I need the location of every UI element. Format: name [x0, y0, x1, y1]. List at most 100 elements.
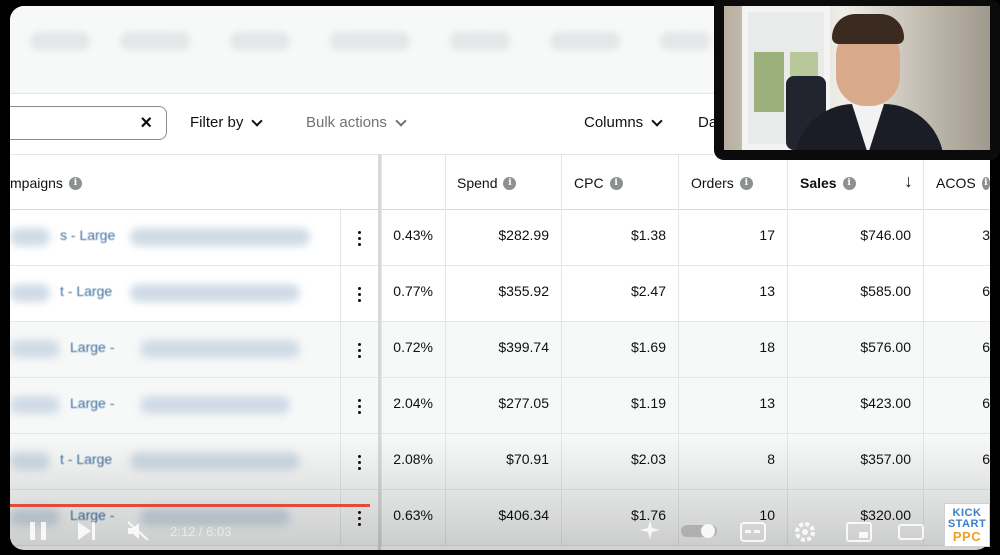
campaign-name-cell[interactable]: t - Large	[10, 266, 340, 322]
cell-spend: $399.74	[445, 322, 561, 378]
kebab-menu-icon	[357, 286, 362, 302]
blurred-block	[660, 32, 710, 50]
cell-cpc: $1.38	[561, 210, 678, 266]
info-icon[interactable]: i	[609, 176, 623, 190]
table-header: mpaigns i Spend i CPC i Orders i Sales i…	[10, 154, 990, 211]
kickstart-ppc-logo: KICK START PPC	[944, 503, 990, 547]
blurred-block	[230, 32, 290, 50]
blurred-text	[140, 396, 290, 414]
autoplay-toggle-icon[interactable]	[680, 523, 720, 539]
blurred-text	[10, 228, 50, 246]
columns-button[interactable]: Columns	[584, 114, 663, 131]
time-readout: 2:12 / 6:03	[170, 524, 232, 539]
campaign-name-link[interactable]: t - Large	[60, 283, 112, 299]
cell-orders: 13	[678, 378, 787, 434]
column-header-campaigns[interactable]: mpaigns i	[10, 155, 378, 211]
captions-icon[interactable]	[740, 522, 766, 542]
video-frame: e × Filter by Bulk actions Columns Da	[0, 0, 1000, 555]
logo-text: START	[947, 517, 987, 530]
chevron-down-icon	[651, 114, 663, 127]
cell-acos: 6	[923, 322, 990, 378]
kebab-menu-icon	[357, 342, 362, 358]
sort-descending-icon[interactable]: ↓	[904, 171, 913, 192]
column-header-cpc[interactable]: CPC i	[561, 155, 678, 211]
info-icon[interactable]: i	[68, 176, 82, 190]
webcam-video	[724, 6, 990, 150]
row-actions-button[interactable]	[340, 210, 378, 266]
filter-by-label: Filter by	[190, 114, 244, 131]
campaign-name-cell[interactable]: Large -	[10, 378, 340, 434]
cell-acos: 3	[923, 210, 990, 266]
blurred-text	[130, 284, 300, 302]
columns-label: Columns	[584, 114, 644, 131]
cell-sales: $576.00	[787, 322, 923, 378]
logo-text: KICK	[952, 506, 982, 519]
kebab-menu-icon	[357, 230, 362, 246]
bulk-actions-label: Bulk actions	[306, 114, 387, 131]
miniplayer-icon[interactable]	[846, 522, 872, 542]
cell-sales: $585.00	[787, 266, 923, 322]
cell-ctr: 2.04%	[381, 378, 445, 434]
gear-icon[interactable]	[794, 521, 816, 543]
campaign-name-link[interactable]: Large -	[70, 339, 114, 355]
bulk-actions-button[interactable]: Bulk actions	[306, 114, 407, 131]
campaign-name-link[interactable]: Large -	[70, 395, 114, 411]
theater-mode-icon[interactable]	[898, 522, 924, 542]
campaign-name-link[interactable]: s - Large	[60, 227, 115, 243]
filter-by-button[interactable]: Filter by	[190, 114, 264, 131]
blurred-block	[30, 32, 90, 50]
info-icon[interactable]: i	[503, 176, 517, 190]
table-row: s - Large 0.43% $282.99 $1.38 17 $746.00 3	[10, 210, 990, 266]
cell-cpc: $2.47	[561, 266, 678, 322]
cell-ctr: 0.43%	[381, 210, 445, 266]
row-actions-button[interactable]	[340, 266, 378, 322]
cell-sales: $423.00	[787, 378, 923, 434]
column-header-spend[interactable]: Spend i	[445, 155, 561, 211]
webcam-overlay	[714, 0, 1000, 160]
mute-icon[interactable]	[126, 520, 150, 542]
column-header-sales[interactable]: Sales i ↓	[787, 155, 923, 211]
blurred-text	[10, 284, 50, 302]
campaign-name-cell[interactable]: Large -	[10, 322, 340, 378]
cell-cpc: $1.19	[561, 378, 678, 434]
presenter-hair	[832, 14, 904, 44]
info-icon[interactable]: i	[842, 176, 856, 190]
row-actions-button[interactable]	[340, 322, 378, 378]
campaign-name-cell[interactable]: s - Large	[10, 210, 340, 266]
close-icon[interactable]: ×	[140, 112, 152, 135]
column-header-acos[interactable]: ACOS i	[923, 155, 990, 211]
cell-spend: $355.92	[445, 266, 561, 322]
blurred-text	[10, 396, 60, 414]
column-header-orders[interactable]: Orders i	[678, 155, 787, 211]
cell-cpc: $1.69	[561, 322, 678, 378]
sparkle-icon[interactable]	[638, 518, 662, 542]
blurred-text	[10, 340, 60, 358]
cell-orders: 18	[678, 322, 787, 378]
video-player-controls: 2:12 / 6:03	[10, 490, 990, 550]
column-header-ctr[interactable]	[381, 155, 445, 211]
blurred-block	[330, 32, 410, 50]
search-input[interactable]: e ×	[10, 106, 167, 140]
cell-ctr: 0.72%	[381, 322, 445, 378]
cell-spend: $277.05	[445, 378, 561, 434]
blurred-block	[450, 32, 510, 50]
chevron-down-icon	[251, 114, 264, 127]
pause-icon[interactable]	[28, 520, 48, 542]
blurred-text	[140, 340, 300, 358]
next-icon[interactable]	[76, 520, 98, 542]
logo-text: PPC	[952, 528, 982, 544]
column-label: Spend	[457, 175, 498, 191]
cell-orders: 17	[678, 210, 787, 266]
column-label: ACOS	[936, 175, 976, 191]
info-icon[interactable]: i	[739, 176, 753, 190]
kebab-menu-icon	[357, 398, 362, 414]
progress-bar[interactable]	[10, 504, 370, 507]
row-actions-button[interactable]	[340, 378, 378, 434]
blurred-block	[550, 32, 620, 50]
cell-acos: 6	[923, 266, 990, 322]
table-row: t - Large 0.77% $355.92 $2.47 13 $585.00 6	[10, 266, 990, 322]
blurred-text	[130, 228, 310, 246]
table-row: Large - 0.72% $399.74 $1.69 18 $576.00 6	[10, 322, 990, 378]
info-icon[interactable]: i	[981, 176, 990, 190]
cell-spend: $282.99	[445, 210, 561, 266]
